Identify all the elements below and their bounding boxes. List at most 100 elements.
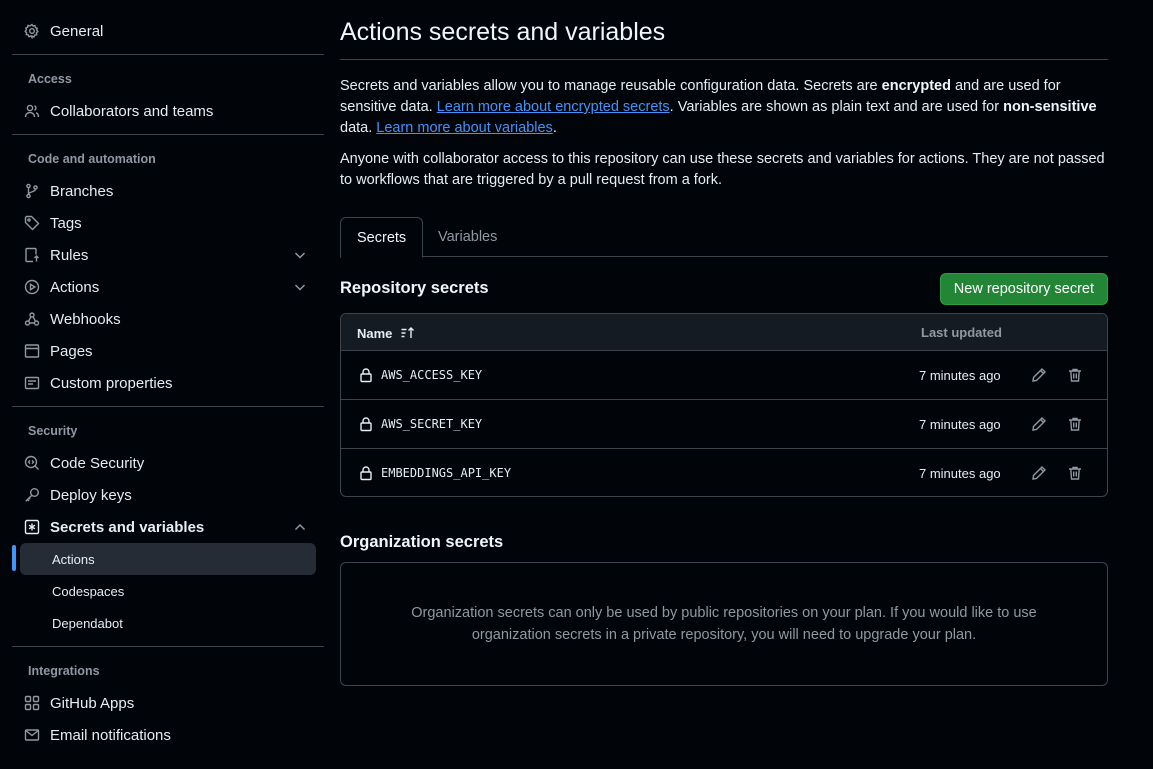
sidebar-item-github-apps[interactable]: GitHub Apps: [12, 687, 316, 719]
apps-icon: [24, 695, 40, 711]
secret-name: EMBEDDINGS_API_KEY: [381, 466, 512, 480]
tab-variables[interactable]: Variables: [422, 217, 513, 257]
sidebar-item-label: Deploy keys: [50, 486, 132, 504]
intro-text: Secrets and variables allow you to manag…: [340, 78, 882, 94]
gear-icon: [24, 23, 40, 39]
sidebar-item-label: Secrets and variables: [50, 518, 205, 536]
intro-bold-encrypted: encrypted: [881, 78, 951, 94]
note-icon: [24, 375, 40, 391]
intro-bold-non-sensitive: non-sensitive: [1003, 99, 1097, 115]
settings-sidebar: General Access Collaborators and teams C…: [12, 0, 324, 769]
secret-last-updated: 7 minutes ago: [919, 417, 1001, 432]
lock-icon: [358, 465, 374, 481]
git-branch-icon: [24, 183, 40, 199]
pencil-icon[interactable]: [1031, 465, 1047, 481]
sidebar-item-label: General: [50, 22, 104, 40]
trash-icon[interactable]: [1067, 367, 1083, 383]
codescan-icon: [24, 455, 40, 471]
sidebar-subitem-actions[interactable]: Actions: [20, 543, 316, 575]
active-item-indicator: [12, 545, 16, 571]
learn-more-secrets-link[interactable]: Learn more about encrypted secrets: [437, 99, 670, 115]
tag-icon: [24, 215, 40, 231]
secret-last-updated: 7 minutes ago: [919, 368, 1001, 383]
intro-paragraph: Secrets and variables allow you to manag…: [340, 76, 1108, 139]
new-repository-secret-button[interactable]: New repository secret: [939, 273, 1108, 305]
intro-text: data.: [340, 120, 377, 136]
sidebar-item-general[interactable]: General: [12, 15, 316, 47]
sidebar-item-label: Custom properties: [50, 374, 173, 392]
organization-secrets-message: Organization secrets can only be used by…: [411, 605, 1037, 643]
people-icon: [24, 103, 40, 119]
sidebar-item-collaborators[interactable]: Collaborators and teams: [12, 95, 316, 127]
secrets-variables-tabs: Secrets Variables: [340, 217, 1108, 258]
sidebar-section-integrations: Integrations: [28, 664, 100, 678]
secret-last-updated: 7 minutes ago: [919, 466, 1001, 481]
sidebar-item-webhooks[interactable]: Webhooks: [12, 303, 316, 335]
repository-secrets-heading: Repository secrets: [340, 279, 489, 297]
table-header: Name Last updated: [341, 314, 1107, 351]
last-updated-column-header: Last updated: [921, 325, 1002, 340]
pencil-icon[interactable]: [1031, 416, 1047, 432]
organization-secrets-heading: Organization secrets: [340, 533, 504, 551]
sidebar-item-pages[interactable]: Pages: [12, 335, 316, 367]
sidebar-item-actions[interactable]: Actions: [12, 271, 316, 303]
sidebar-item-email-notifications[interactable]: Email notifications: [12, 719, 316, 751]
tab-secrets[interactable]: Secrets: [340, 217, 424, 258]
sidebar-item-label: GitHub Apps: [50, 694, 135, 712]
sidebar-section-access: Access: [28, 72, 72, 86]
pencil-icon[interactable]: [1031, 367, 1047, 383]
webhook-icon: [24, 311, 40, 327]
table-row: AWS_ACCESS_KEY 7 minutes ago: [341, 351, 1107, 400]
sidebar-item-rules[interactable]: Rules: [12, 239, 316, 271]
sidebar-item-label: Code Security: [50, 454, 145, 472]
sidebar-divider: [12, 134, 324, 135]
sidebar-item-branches[interactable]: Branches: [12, 175, 316, 207]
sidebar-item-label: Email notifications: [50, 726, 171, 744]
sidebar-subitem-codespaces[interactable]: Codespaces: [20, 575, 316, 607]
intro-text: .: [552, 120, 557, 136]
sidebar-section-code-automation: Code and automation: [28, 152, 156, 166]
chevron-up-icon[interactable]: [292, 519, 308, 535]
rules-icon: [24, 247, 40, 263]
sidebar-item-label: Webhooks: [50, 310, 121, 328]
intro-text: . Variables are shown as plain text and …: [669, 99, 1004, 115]
chevron-down-icon[interactable]: [292, 279, 308, 295]
browser-icon: [24, 343, 40, 359]
lock-icon: [358, 416, 374, 432]
sidebar-divider: [12, 54, 324, 55]
sort-icon: [400, 325, 416, 341]
sidebar-item-deploy-keys[interactable]: Deploy keys: [12, 479, 316, 511]
sidebar-item-label: Collaborators and teams: [50, 102, 214, 120]
trash-icon[interactable]: [1067, 416, 1083, 432]
sidebar-item-label: Branches: [50, 182, 114, 200]
sidebar-item-label: Tags: [50, 214, 82, 232]
sidebar-item-label: Actions: [50, 278, 100, 296]
sidebar-divider: [12, 646, 324, 647]
table-row: AWS_SECRET_KEY 7 minutes ago: [341, 400, 1107, 449]
sidebar-item-code-security[interactable]: Code Security: [12, 447, 316, 479]
trash-icon[interactable]: [1067, 465, 1083, 481]
key-icon: [24, 487, 40, 503]
sidebar-item-tags[interactable]: Tags: [12, 207, 316, 239]
sidebar-item-secrets-and-variables[interactable]: Secrets and variables: [12, 511, 316, 543]
repository-secrets-table: Name Last updated AWS_ACCESS_KEY 7 minut…: [340, 313, 1108, 497]
lock-icon: [358, 367, 374, 383]
sidebar-divider: [12, 406, 324, 407]
secret-name: AWS_SECRET_KEY: [381, 417, 483, 431]
organization-secrets-blankslate: Organization secrets can only be used by…: [340, 562, 1108, 686]
sidebar-subitem-dependabot[interactable]: Dependabot: [20, 607, 316, 639]
mail-icon: [24, 727, 40, 743]
sidebar-item-label: Pages: [50, 342, 93, 360]
name-column-header[interactable]: Name: [357, 325, 416, 341]
column-label: Name: [357, 325, 393, 341]
sidebar-section-security: Security: [28, 424, 78, 438]
learn-more-variables-link[interactable]: Learn more about variables: [376, 120, 553, 136]
secret-name: AWS_ACCESS_KEY: [381, 368, 483, 382]
page-title: Actions secrets and variables: [340, 18, 1108, 60]
table-row: EMBEDDINGS_API_KEY 7 minutes ago: [341, 449, 1107, 496]
collaborator-access-note: Anyone with collaborator access to this …: [340, 151, 1105, 188]
sidebar-item-custom-properties[interactable]: Custom properties: [12, 367, 316, 399]
sidebar-item-label: Rules: [50, 246, 89, 264]
chevron-down-icon[interactable]: [292, 247, 308, 263]
play-icon: [24, 279, 40, 295]
